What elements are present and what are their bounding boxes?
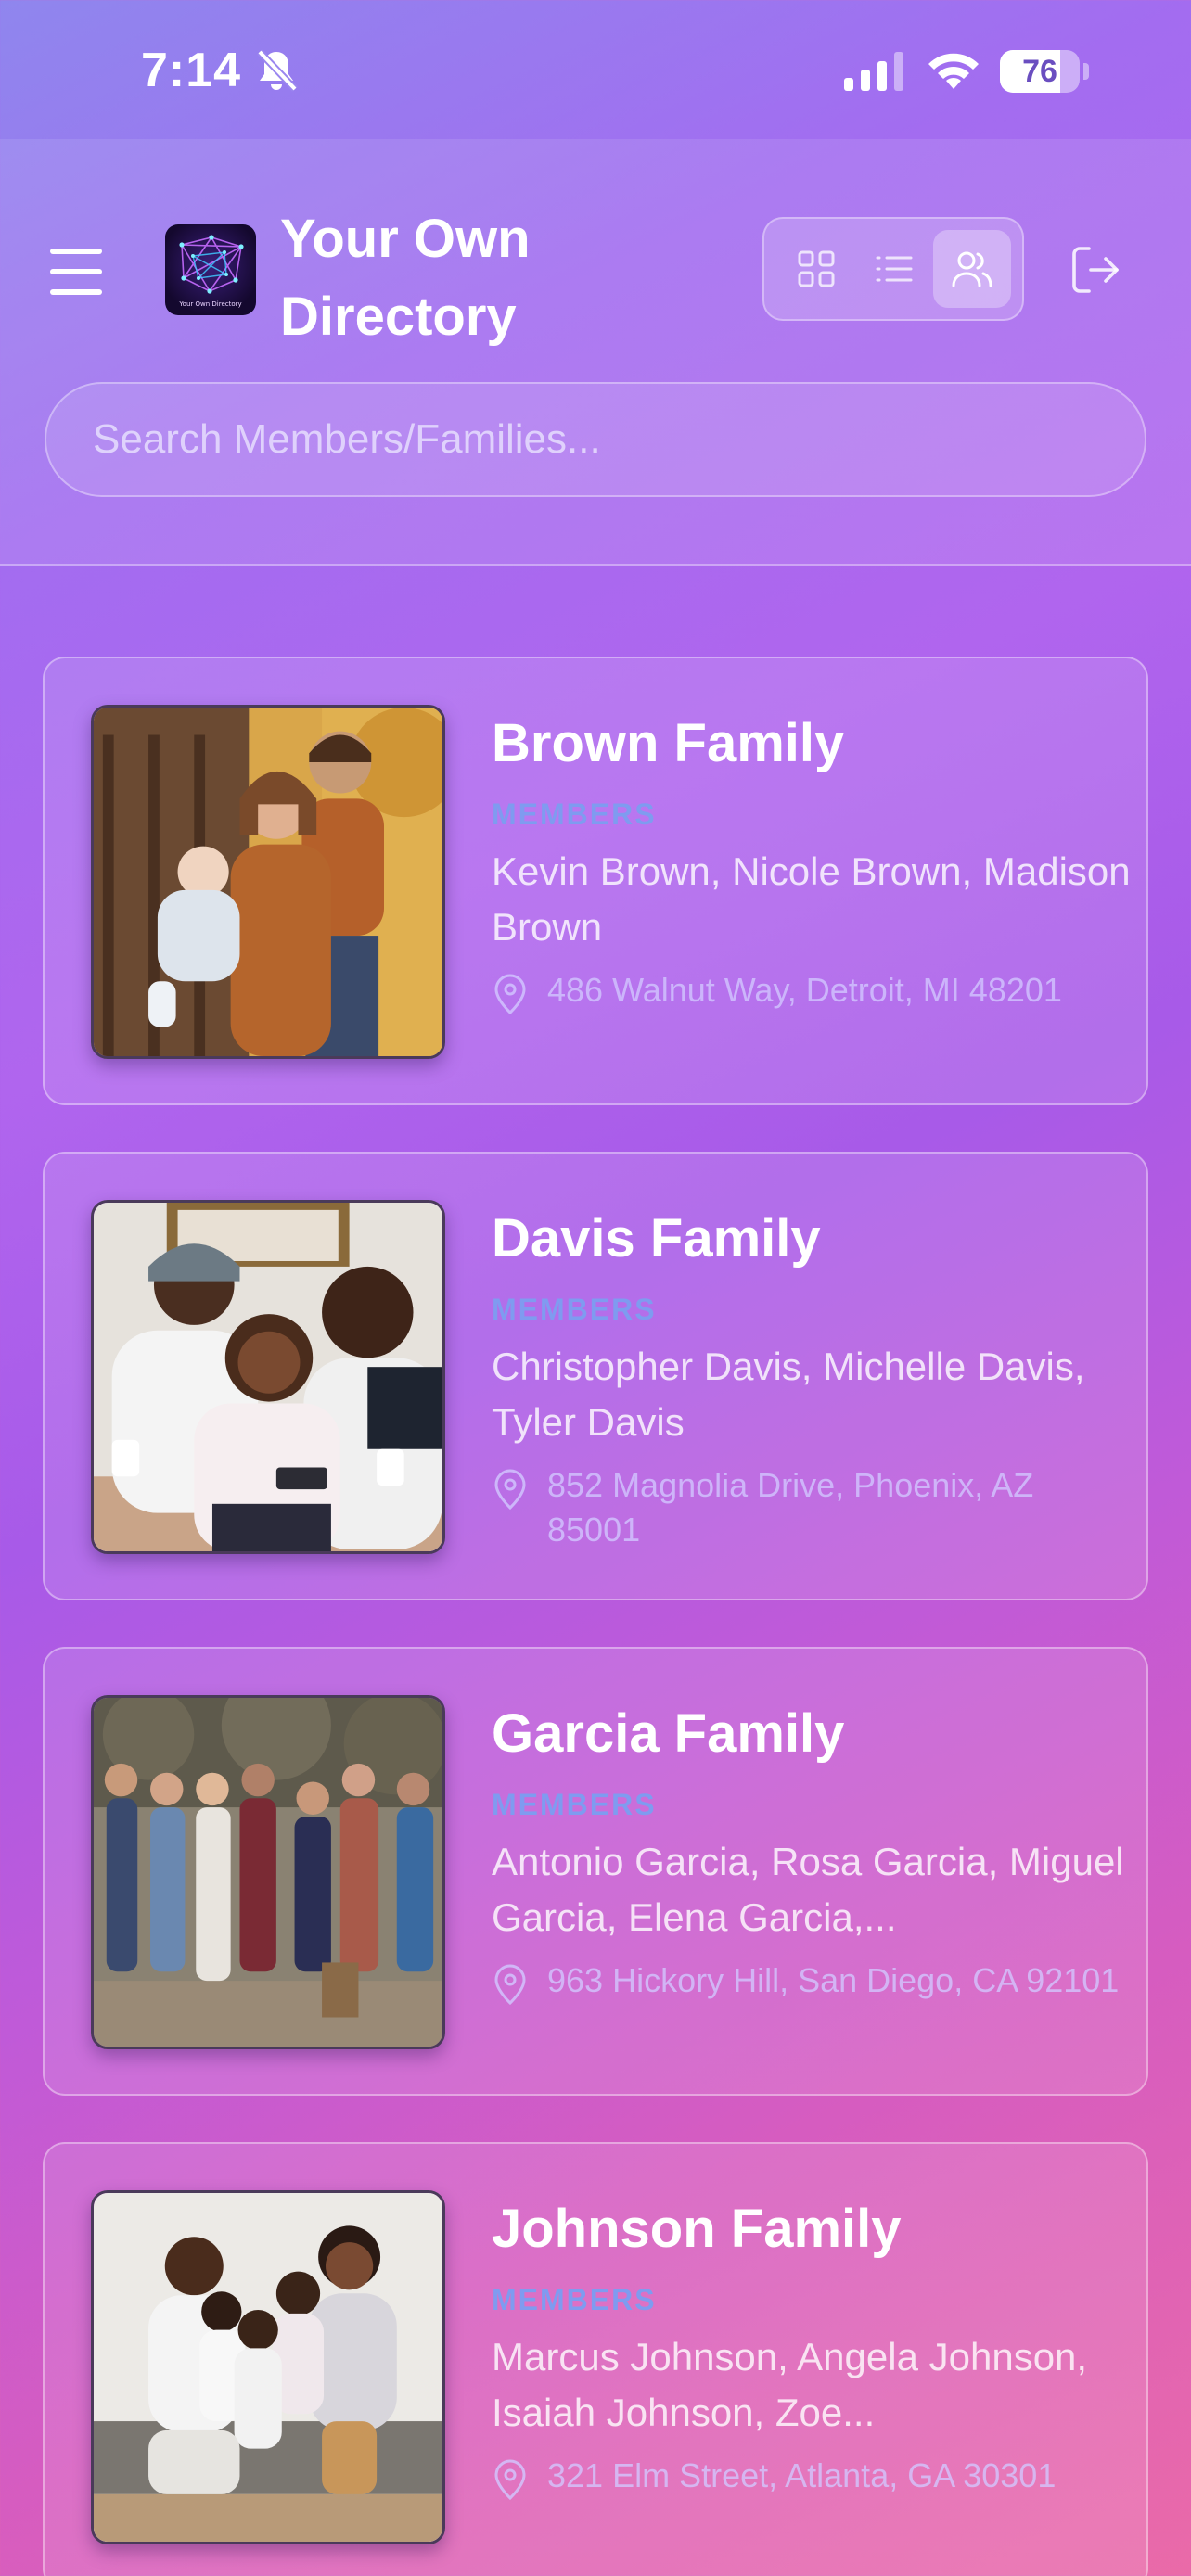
family-name: Brown Family (492, 713, 845, 773)
family-members: Christopher Davis, Michelle Davis, Tyler… (492, 1345, 1085, 1444)
location-pin-icon (494, 1964, 526, 2005)
family-name: Garcia Family (492, 1703, 845, 1764)
members-label: MEMBERS (492, 2283, 657, 2316)
members-label: MEMBERS (492, 1293, 657, 1326)
location-pin-icon (494, 2459, 526, 2500)
family-members: Kevin Brown, Nicole Brown, Madison Brown (492, 849, 1131, 949)
family-name: Johnson Family (492, 2199, 902, 2259)
family-name: Davis Family (492, 1208, 821, 1269)
family-members: Marcus Johnson, Angela Johnson, Isaiah J… (492, 2335, 1088, 2434)
location-pin-icon (494, 974, 526, 1014)
family-address: 321 Elm Street, Atlanta, GA 30301 (547, 2456, 1057, 2494)
location-pin-icon (494, 1469, 526, 1510)
family-address: 486 Walnut Way, Detroit, MI 48201 (547, 971, 1062, 1009)
family-photo (91, 1695, 445, 2049)
family-photo (91, 1200, 445, 1554)
family-photo (91, 705, 445, 1059)
family-members: Antonio Garcia, Rosa Garcia, Miguel Garc… (492, 1840, 1124, 1939)
family-photo (91, 2190, 445, 2544)
family-card[interactable]: Johnson Family MEMBERS Marcus Johnson, A… (43, 2142, 1148, 2576)
members-label: MEMBERS (492, 1788, 657, 1821)
family-list: Brown Family MEMBERS Kevin Brown, Nicole… (0, 0, 1191, 2576)
members-label: MEMBERS (492, 797, 657, 831)
family-address: 963 Hickory Hill, San Diego, CA 92101 (547, 1961, 1120, 1999)
family-card[interactable]: Davis Family MEMBERS Christopher Davis, … (43, 1152, 1148, 1600)
family-address: 852 Magnolia Drive, Phoenix, AZ 85001 (547, 1466, 1034, 1549)
family-card[interactable]: Garcia Family MEMBERS Antonio Garcia, Ro… (43, 1647, 1148, 2096)
family-card[interactable]: Brown Family MEMBERS Kevin Brown, Nicole… (43, 657, 1148, 1105)
